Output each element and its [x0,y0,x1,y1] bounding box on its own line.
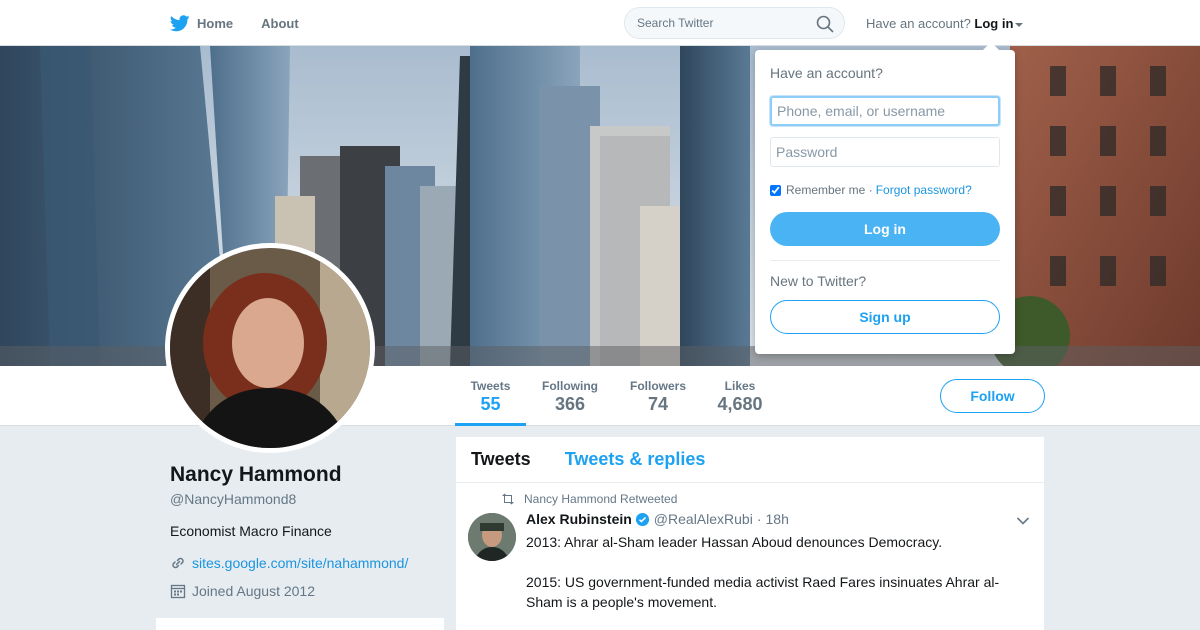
profile-handle[interactable]: @NancyHammond8 [170,491,296,507]
new-to-twitter-label: New to Twitter? [770,273,867,289]
search-icon[interactable] [816,15,834,33]
profile-joined: Joined August 2012 [170,583,315,599]
left-sidebar-card [156,618,444,630]
stat-label: Following [542,379,598,393]
tweet-author-name[interactable]: Alex Rubinstein [526,511,632,527]
stat-label: Tweets [470,379,511,393]
username-input[interactable] [770,96,1000,126]
twitter-bird-icon [170,14,190,31]
chevron-down-icon[interactable] [1016,516,1030,526]
nav-about-label: About [261,15,299,31]
password-input[interactable] [770,137,1000,167]
have-account-prompt: Have an account? Log in [866,16,1024,31]
nav-home[interactable]: Home [170,14,234,32]
joined-date: Joined August 2012 [192,583,315,599]
search-box [624,7,845,39]
retweet-context-label: Nancy Hammond Retweeted [524,492,678,506]
avatar-photo [170,248,370,448]
login-dropdown-title: Have an account? [770,65,883,81]
profile-name[interactable]: Nancy Hammond [170,463,342,487]
stat-following[interactable]: Following 366 [536,366,604,426]
remember-me-row: Remember me · Forgot password? [770,183,972,197]
search-input[interactable] [625,8,805,38]
stat-value: 55 [480,394,501,414]
login-toggle-label: Log in [974,16,1014,31]
login-button[interactable]: Log in [770,212,1000,246]
calendar-icon [170,584,186,599]
login-dropdown-toggle[interactable]: Log in [974,16,1024,31]
retweet-context: Nancy Hammond Retweeted [501,492,677,506]
login-dropdown: Have an account? Remember me · Forgot pa… [755,42,1015,354]
stat-value: 4,680 [717,394,763,414]
stat-followers[interactable]: Followers 74 [624,366,692,426]
stat-likes[interactable]: Likes 4,680 [708,366,772,426]
profile-website[interactable]: sites.google.com/site/nahammond/ [170,555,408,571]
timeline-tabs: Tweets Tweets & replies [456,437,1044,483]
retweet-icon [502,493,514,505]
tab-tweets-replies[interactable]: Tweets & replies [565,449,706,470]
separator-dot: · [868,183,873,197]
tweet-dot-separator: · [756,511,762,527]
top-navigation-bar: Home About Have an account? Log in [0,0,1200,46]
nav-about[interactable]: About [261,16,299,31]
follow-button[interactable]: Follow [940,379,1045,413]
nav-left: Home About [170,0,327,46]
link-icon [172,557,184,569]
tweet-header: Alex Rubinstein @RealAlexRubi · 18h [526,511,789,527]
remember-me-checkbox[interactable] [770,184,781,196]
remember-me-label[interactable]: Remember me [786,183,865,197]
nav-home-label: Home [197,15,234,31]
stat-label: Followers [629,379,686,393]
author-avatar-photo [468,513,516,561]
stat-label: Likes [724,379,756,393]
caret-down-icon [1015,22,1024,27]
stat-value: 74 [647,394,669,414]
forgot-password-link[interactable]: Forgot password? [876,183,972,197]
tab-tweets[interactable]: Tweets [471,449,531,470]
tweet-author-handle[interactable]: @RealAlexRubi [654,511,753,527]
tweet-timestamp[interactable]: 18h [766,511,789,527]
dropdown-divider [770,260,1000,261]
stat-value: 366 [554,394,586,414]
profile-bio: Economist Macro Finance [170,523,332,539]
profile-avatar[interactable] [165,243,375,453]
tweet-author-avatar[interactable] [468,513,516,561]
have-account-label: Have an account? [866,16,971,31]
stat-tweets[interactable]: Tweets 55 [455,366,526,426]
tweet-text: 2013: Ahrar al-Sham leader Hassan Aboud … [526,534,1000,610]
timeline: Tweets Tweets & replies Nancy Hammond Re… [456,437,1044,630]
website-link[interactable]: sites.google.com/site/nahammond/ [192,555,408,571]
signup-button[interactable]: Sign up [770,300,1000,334]
verified-badge-icon [635,512,649,526]
